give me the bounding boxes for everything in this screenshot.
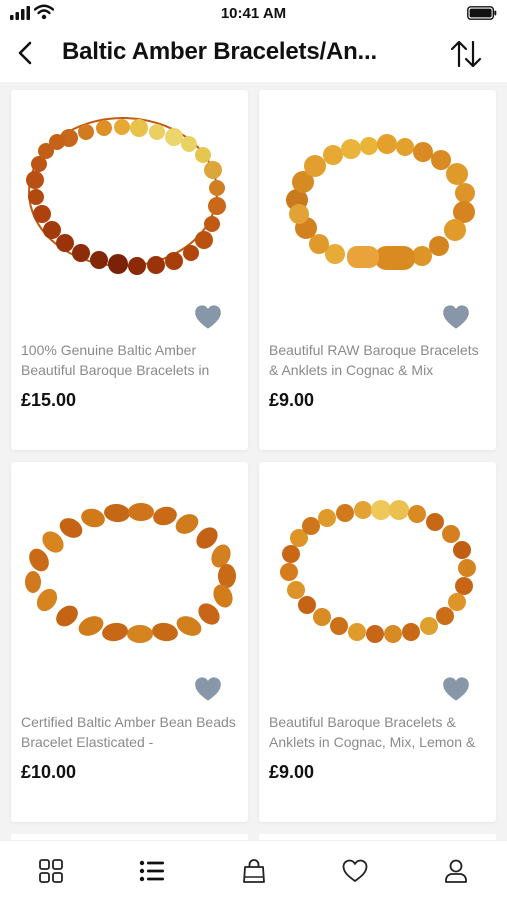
- product-grid: 100% Genuine Baltic Amber Beautiful Baro…: [0, 82, 507, 840]
- nav-profile[interactable]: [406, 841, 507, 900]
- page-title: Baltic Amber Bracelets/An...: [62, 38, 377, 65]
- battery-icon: [467, 6, 497, 20]
- header: Baltic Amber Bracelets/An...: [0, 28, 507, 82]
- favorite-heart-icon[interactable]: [194, 304, 222, 330]
- status-bar: 10:41 AM: [0, 0, 507, 28]
- list-icon: [139, 860, 165, 881]
- product-card[interactable]: 100% Genuine Baltic Amber Beautiful Baro…: [11, 90, 248, 450]
- product-image: [286, 134, 475, 270]
- product-image: [25, 503, 236, 643]
- product-price: £10.00: [21, 762, 77, 782]
- nav-favorites[interactable]: [304, 841, 405, 900]
- sort-button[interactable]: [447, 36, 485, 72]
- product-title: Certified Baltic Amber Bean Beads Bracel…: [21, 714, 236, 750]
- heart-icon: [342, 859, 368, 882]
- nav-list[interactable]: [101, 841, 202, 900]
- product-price: £15.00: [21, 390, 77, 410]
- back-button[interactable]: [10, 38, 40, 68]
- sort-arrows-icon: [450, 40, 482, 68]
- product-price: £9.00: [269, 390, 315, 410]
- favorite-heart-icon[interactable]: [442, 304, 470, 330]
- bottom-nav: [0, 840, 507, 900]
- favorite-heart-icon[interactable]: [194, 676, 222, 702]
- product-title: Beautiful Baroque Bracelets & Anklets in…: [269, 714, 476, 750]
- user-icon: [445, 859, 468, 883]
- product-price: £9.00: [269, 762, 315, 782]
- product-title: 100% Genuine Baltic Amber Beautiful Baro…: [21, 342, 210, 378]
- product-card[interactable]: Beautiful Baroque Bracelets & Anklets in…: [259, 462, 496, 822]
- product-card[interactable]: Beautiful RAW Baroque Bracelets & Anklet…: [259, 90, 496, 450]
- shopping-bag-icon: [242, 858, 265, 883]
- favorite-heart-icon[interactable]: [442, 676, 470, 702]
- nav-categories[interactable]: [0, 841, 101, 900]
- status-time: 10:41 AM: [220, 5, 287, 22]
- grid-icon: [38, 858, 63, 883]
- product-image: [26, 117, 226, 275]
- product-image: [280, 500, 476, 643]
- product-card[interactable]: Certified Baltic Amber Bean Beads Bracel…: [11, 462, 248, 822]
- nav-cart[interactable]: [203, 841, 304, 900]
- chevron-left-icon: [18, 41, 32, 65]
- product-title: Beautiful RAW Baroque Bracelets & Anklet…: [269, 342, 479, 378]
